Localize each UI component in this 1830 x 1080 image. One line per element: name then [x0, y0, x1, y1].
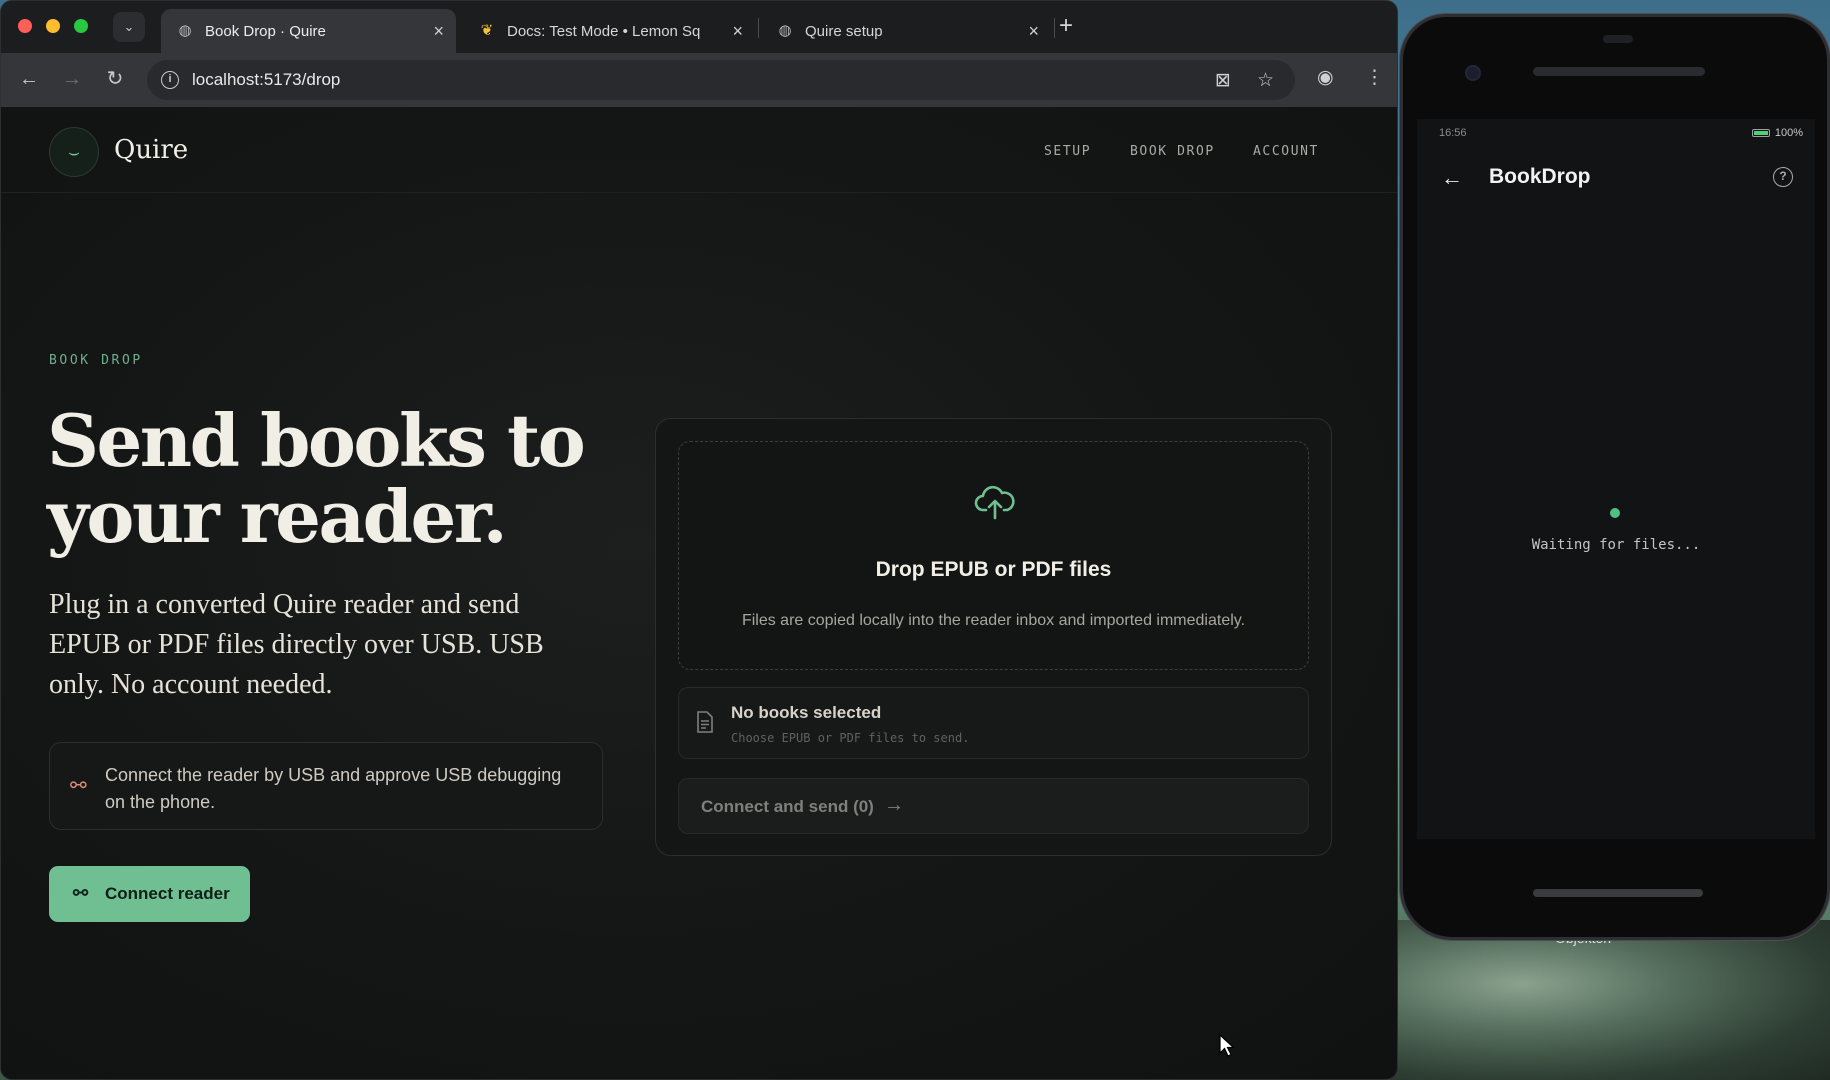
- close-tab-icon[interactable]: ×: [1028, 21, 1039, 41]
- translate-icon[interactable]: ⊠: [1215, 69, 1231, 92]
- connect-reader-label: Connect reader: [105, 884, 230, 903]
- mouse-cursor-icon: [1219, 1034, 1235, 1057]
- back-arrow-icon[interactable]: ←: [1441, 165, 1463, 191]
- battery-level: 100%: [1774, 127, 1803, 139]
- brand-name[interactable]: Quire: [114, 135, 188, 165]
- browser-toolbar: ← → ↻ i localhost:5173/drop ⊠ ☆ ◉ ⋮: [1, 53, 1397, 107]
- close-tab-icon[interactable]: ×: [732, 21, 743, 41]
- cloud-upload-icon: [974, 485, 1015, 520]
- tab-title: Book Drop · Quire: [205, 22, 326, 40]
- upload-card: Drop EPUB or PDF files Files are copied …: [655, 418, 1332, 856]
- notice-text: Connect the reader by USB and approve US…: [105, 765, 562, 812]
- home-indicator[interactable]: [1533, 889, 1703, 897]
- tab-search-button[interactable]: ⌄: [113, 12, 145, 42]
- page-title: Send books to your reader.: [47, 398, 586, 559]
- dropzone-description: Files are copied locally into the reader…: [741, 612, 1246, 629]
- help-icon[interactable]: ?: [1773, 167, 1793, 187]
- connect-reader-button[interactable]: ⚯ Connect reader: [49, 866, 250, 922]
- usb-cable-icon: ⚯: [70, 775, 87, 797]
- tab-separator: [758, 18, 759, 38]
- file-dropzone[interactable]: Drop EPUB or PDF files Files are copied …: [678, 441, 1309, 670]
- back-arrow-icon[interactable]: ←: [17, 67, 41, 91]
- address-bar[interactable]: i localhost:5173/drop ⊠ ☆: [147, 60, 1295, 100]
- tab-separator: [1054, 18, 1055, 38]
- tab-title: Quire setup: [805, 22, 883, 40]
- send-label: Connect and send (0): [701, 797, 874, 816]
- usb-cable-icon: ⚯: [73, 883, 89, 903]
- no-books-title: No books selected: [731, 703, 882, 722]
- bookmark-star-icon[interactable]: ☆: [1257, 69, 1274, 92]
- arrow-right-icon: →: [884, 794, 904, 816]
- status-time: 16:56: [1439, 127, 1467, 139]
- battery-indicator: 100%: [1751, 127, 1803, 139]
- status-dot: [1610, 508, 1620, 518]
- page-subtitle: Plug in a converted Quire reader and sen…: [49, 589, 544, 700]
- battery-icon: [1751, 129, 1770, 138]
- reload-icon[interactable]: ↻: [103, 67, 127, 91]
- minimize-window-button[interactable]: [46, 19, 60, 33]
- site-header: ⌣ Quire SETUP BOOK DROP ACCOUNT: [1, 107, 1397, 193]
- new-tab-button[interactable]: +: [1059, 14, 1073, 38]
- forward-arrow-icon[interactable]: →: [60, 67, 84, 91]
- tab-quire-setup[interactable]: ◍ Quire setup ×: [761, 9, 1051, 53]
- selected-files-summary: No books selected Choose EPUB or PDF fil…: [678, 687, 1309, 759]
- app-title: BookDrop: [1489, 165, 1591, 188]
- close-window-button[interactable]: [18, 19, 32, 33]
- phone-sensor: [1603, 35, 1633, 43]
- url-text: localhost:5173/drop: [192, 70, 341, 89]
- page-content: ⌣ Quire SETUP BOOK DROP ACCOUNT BOOK DRO…: [1, 107, 1397, 1079]
- close-tab-icon[interactable]: ×: [433, 21, 444, 41]
- document-icon: [697, 711, 713, 733]
- logo-smiley-icon[interactable]: ⌣: [49, 127, 99, 177]
- nav-setup[interactable]: SETUP: [1044, 144, 1091, 159]
- dropzone-title: Drop EPUB or PDF files: [875, 558, 1112, 581]
- usb-notice: ⚯ Connect the reader by USB and approve …: [49, 742, 603, 830]
- phone-device: 16:56 100% ← BookDrop ? Waiting for file…: [1400, 14, 1830, 940]
- lemon-icon: ❦: [480, 22, 494, 39]
- nav-account[interactable]: ACCOUNT: [1253, 144, 1319, 159]
- profile-icon[interactable]: ◉: [1317, 66, 1334, 89]
- tab-lemon-squeezy-docs[interactable]: ❦ Docs: Test Mode • Lemon Sq ×: [463, 9, 755, 53]
- tab-book-drop[interactable]: ◍ Book Drop · Quire ×: [161, 9, 456, 53]
- nav-book-drop[interactable]: BOOK DROP: [1130, 144, 1215, 159]
- browser-window: ⌄ ◍ Book Drop · Quire × ❦ Docs: Test Mod…: [0, 0, 1398, 1080]
- tab-strip: ⌄ ◍ Book Drop · Quire × ❦ Docs: Test Mod…: [1, 1, 1397, 53]
- tab-title: Docs: Test Mode • Lemon Sq: [507, 22, 701, 40]
- section-eyebrow: BOOK DROP: [49, 353, 143, 368]
- connect-and-send-button[interactable]: Connect and send (0) →: [678, 778, 1309, 834]
- chevron-down-icon: ⌄: [123, 19, 135, 34]
- no-books-subtitle: Choose EPUB or PDF files to send.: [731, 731, 970, 745]
- more-menu-icon[interactable]: ⋮: [1365, 66, 1384, 89]
- site-info-icon[interactable]: i: [161, 71, 179, 89]
- phone-screen: 16:56 100% ← BookDrop ? Waiting for file…: [1417, 119, 1815, 839]
- globe-icon: ◍: [178, 22, 192, 39]
- maximize-window-button[interactable]: [74, 19, 88, 33]
- globe-icon: ◍: [778, 22, 792, 39]
- front-camera: [1465, 65, 1481, 81]
- phone-speaker: [1533, 67, 1705, 76]
- waiting-status: Waiting for files...: [1531, 537, 1701, 553]
